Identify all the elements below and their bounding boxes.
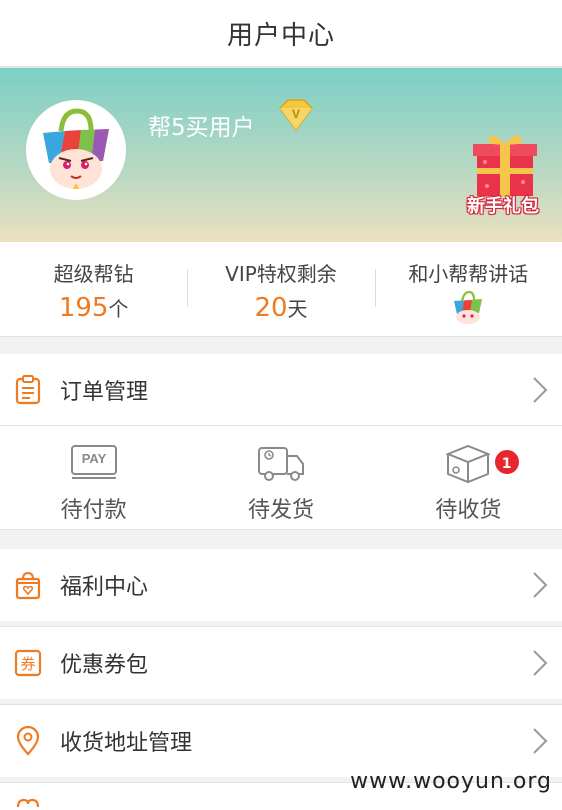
vip-diamond-icon[interactable]: V (276, 98, 316, 132)
location-pin-icon (16, 726, 40, 756)
svg-text:V: V (292, 107, 300, 121)
address-management-row[interactable]: 收货地址管理 (0, 705, 562, 777)
pay-card-text: PAY (81, 451, 106, 466)
stat-vip-days[interactable]: VIP特权剩余 20天 (187, 242, 374, 336)
stat-number: 20 (254, 293, 288, 323)
stat-unit: 天 (287, 297, 308, 321)
chevron-right-icon (533, 728, 548, 754)
order-management-row[interactable]: 订单管理 (0, 354, 562, 426)
welfare-center-label: 福利中心 (60, 575, 149, 600)
order-pending-receipt[interactable]: 1 待收货 (375, 426, 562, 529)
welfare-center-row[interactable]: 福利中心 (0, 549, 562, 621)
stat-label: 超级帮钻 (53, 262, 134, 286)
coupon-package-label: 优惠券包 (60, 653, 149, 678)
stats-bar: 超级帮钻 195个 VIP特权剩余 20天 和小帮帮讲话 (0, 242, 562, 337)
mascot-chat-icon (454, 291, 483, 324)
delivery-truck-icon (257, 447, 304, 481)
coupon-icon-text: 券 (20, 655, 35, 673)
stat-diamonds[interactable]: 超级帮钻 195个 (0, 242, 187, 336)
notification-badge: 1 (492, 448, 521, 476)
stat-label: 和小帮帮讲话 (408, 262, 529, 286)
stat-unit: 个 (108, 297, 129, 321)
watermark: www.wooyun.org (350, 769, 552, 794)
gift-bag-icon (15, 571, 41, 600)
stat-label: VIP特权剩余 (225, 262, 337, 286)
stat-number: 195 (58, 293, 109, 323)
avatar[interactable] (26, 100, 126, 200)
mascot-avatar-icon (29, 103, 123, 197)
chevron-right-icon (533, 377, 548, 403)
order-status-label: 待收货 (435, 498, 502, 523)
address-management-label: 收货地址管理 (60, 731, 193, 756)
partial-menu-icon (16, 798, 40, 808)
pay-card-icon: PAY (70, 445, 117, 479)
clipboard-icon (15, 375, 41, 405)
order-pending-payment[interactable]: PAY 待付款 (0, 426, 187, 529)
order-management-label: 订单管理 (60, 380, 149, 405)
stat-value: 195个 (0, 293, 187, 324)
order-status-label: 待付款 (60, 498, 127, 523)
page-title: 用户中心 (226, 20, 335, 51)
chevron-right-icon (533, 650, 548, 676)
package-box-icon (445, 444, 492, 484)
order-status-bar: PAY 待付款 待发货 1 待收货 (0, 426, 562, 530)
profile-banner: 帮5买用户 V 新手礼包 (0, 68, 562, 242)
coupon-package-row[interactable]: 券 优惠券包 (0, 627, 562, 699)
title-bar: 用户中心 (0, 0, 562, 68)
order-status-label: 待发货 (247, 498, 314, 523)
stat-chat[interactable]: 和小帮帮讲话 (374, 242, 562, 336)
gift-label[interactable]: 新手礼包 (458, 192, 548, 218)
chevron-right-icon (533, 572, 548, 598)
username: 帮5买用户 (148, 115, 255, 141)
coupon-icon: 券 (14, 649, 42, 677)
stat-value: 20天 (187, 293, 374, 324)
order-pending-shipment[interactable]: 待发货 (187, 426, 374, 529)
